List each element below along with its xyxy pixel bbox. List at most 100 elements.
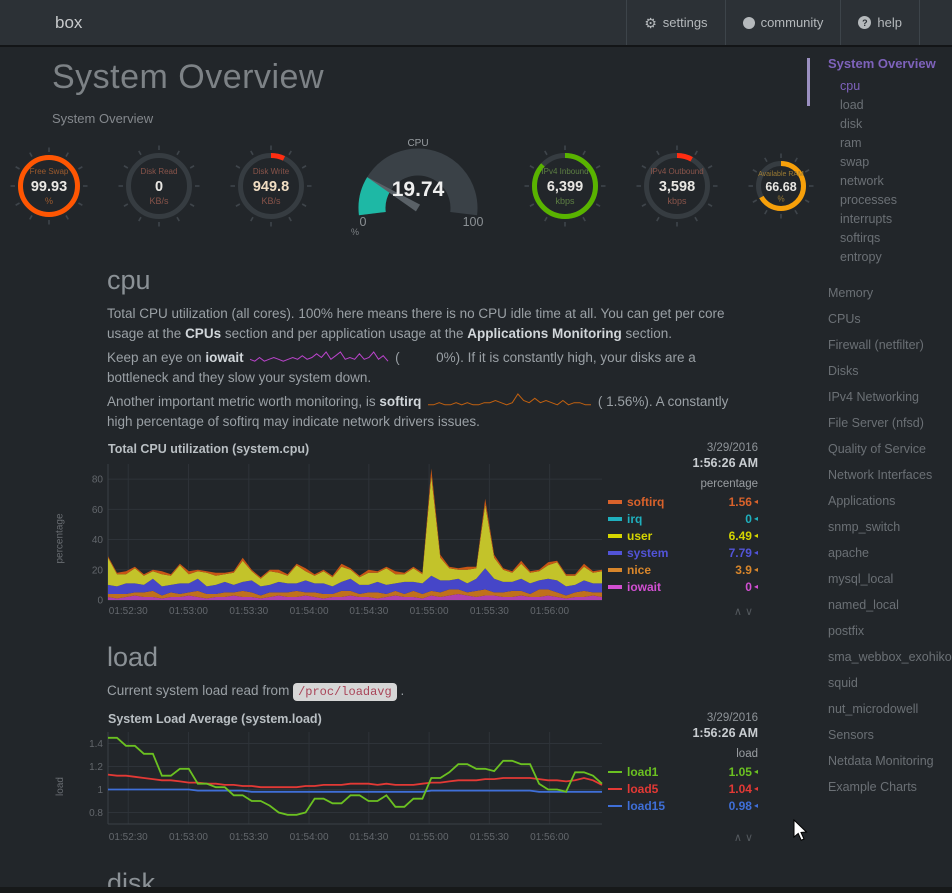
- help-label: help: [877, 15, 902, 30]
- sidebar-item-sensors[interactable]: Sensors: [802, 722, 952, 748]
- cpu-paragraph-3: Another important metric worth monitorin…: [107, 392, 755, 432]
- sidebar-item-disks[interactable]: Disks: [802, 358, 952, 384]
- sidebar-item-firewall-netfilter-[interactable]: Firewall (netfilter): [802, 332, 952, 358]
- legend-value: 6.49: [729, 529, 752, 543]
- sidebar-item-sma-webbox-exohiko[interactable]: sma_webbox_exohiko: [802, 644, 952, 670]
- cpu-chart-time: 1:56:26 AM: [608, 456, 758, 470]
- legend-item-load15[interactable]: load150.98◂: [608, 797, 758, 814]
- sidebar-item-network[interactable]: network: [802, 172, 952, 191]
- sidebar-item-memory[interactable]: Memory: [802, 280, 952, 306]
- sidebar-item-quality-of-service[interactable]: Quality of Service: [802, 436, 952, 462]
- cpu-chart-plot[interactable]: 01:52:3001:53:0001:53:3001:54:0001:54:30…: [68, 458, 608, 618]
- sidebar-item-apache[interactable]: apache: [802, 540, 952, 566]
- svg-text:100: 100: [463, 215, 484, 229]
- svg-text:Available RAM: Available RAM: [758, 171, 804, 178]
- sidebar-item-softirqs[interactable]: softirqs: [802, 229, 952, 248]
- cpu-chart: Total CPU utilization (system.cpu) perce…: [52, 442, 758, 618]
- help-button[interactable]: ? help: [840, 0, 920, 45]
- sidebar-item-snmp-switch[interactable]: snmp_switch: [802, 514, 952, 540]
- svg-text:66.68: 66.68: [765, 180, 796, 194]
- gear-icon: ⚙: [644, 16, 657, 30]
- chart-resize-icons[interactable]: ∧∨: [734, 605, 756, 618]
- svg-text:IPv4 Inbound: IPv4 Inbound: [541, 167, 588, 176]
- settings-button[interactable]: ⚙ settings: [626, 0, 724, 45]
- svg-text:99.93: 99.93: [31, 179, 67, 195]
- ipv4-inbound-gauge[interactable]: IPv4 Inbound6,399kbps: [521, 142, 609, 235]
- iowait-value: 0%: [400, 348, 456, 368]
- disk-write-gauge[interactable]: Disk Write949.8KB/s: [227, 142, 315, 235]
- legend-item-iowait[interactable]: iowait0◂: [608, 578, 758, 595]
- sidebar-item-squid[interactable]: squid: [802, 670, 952, 696]
- svg-text:01:53:00: 01:53:00: [169, 606, 208, 617]
- chart-resize-icons[interactable]: ∧∨: [734, 831, 756, 844]
- load-chart-plot[interactable]: 01:52:3001:53:0001:53:3001:54:0001:54:30…: [68, 728, 608, 844]
- legend-item-irq[interactable]: irq0◂: [608, 510, 758, 527]
- sidebar-item-postfix[interactable]: postfix: [802, 618, 952, 644]
- svg-text:kbps: kbps: [667, 196, 687, 206]
- text: section and per application usage at the: [221, 326, 467, 341]
- svg-text:01:54:30: 01:54:30: [349, 606, 388, 617]
- cpu-chart-ylabel: percentage: [52, 458, 68, 618]
- legend-item-load5[interactable]: load51.04◂: [608, 780, 758, 797]
- navbar-menu: ⚙ settings community ? help: [626, 0, 920, 45]
- sidebar-item-cpus[interactable]: CPUs: [802, 306, 952, 332]
- sidebar-item-file-server-nfsd-[interactable]: File Server (nfsd): [802, 410, 952, 436]
- softirq-label: softirq: [379, 394, 421, 409]
- sidebar-item-interrupts[interactable]: interrupts: [802, 210, 952, 229]
- legend-arrow-icon: ◂: [754, 514, 758, 523]
- sidebar-item-load[interactable]: load: [802, 96, 952, 115]
- load15-swatch: [608, 805, 622, 807]
- sidebar-item-named-local[interactable]: named_local: [802, 592, 952, 618]
- ipv4-outbound-gauge[interactable]: IPv4 Outbound3,598kbps: [633, 142, 721, 235]
- cpu-chart-unit: percentage: [608, 478, 758, 490]
- sidebar-item-ram[interactable]: ram: [802, 134, 952, 153]
- svg-text:01:53:00: 01:53:00: [169, 832, 208, 843]
- sidebar-item-entropy[interactable]: entropy: [802, 248, 952, 267]
- legend-item-user[interactable]: user6.49◂: [608, 527, 758, 544]
- cpu-gauge[interactable]: CPU19.740100%: [339, 136, 497, 241]
- disk-read-gauge[interactable]: Disk Read0KB/s: [115, 142, 203, 235]
- svg-text:01:53:30: 01:53:30: [229, 606, 268, 617]
- sidebar-item-network-interfaces[interactable]: Network Interfaces: [802, 462, 952, 488]
- svg-text:1: 1: [97, 785, 103, 796]
- sidebar-item-ipv4-networking[interactable]: IPv4 Networking: [802, 384, 952, 410]
- load-chart-legend: load11.05◂load51.04◂load150.98◂: [608, 763, 758, 814]
- legend-value: 7.79: [729, 546, 752, 560]
- legend-arrow-icon: ◂: [754, 784, 758, 793]
- legend-name: system: [627, 546, 668, 560]
- sidebar-item-disk[interactable]: disk: [802, 115, 952, 134]
- legend-arrow-icon: ◂: [754, 801, 758, 810]
- community-label: community: [761, 15, 824, 30]
- legend-name: user: [627, 529, 652, 543]
- sidebar-item-applications[interactable]: Applications: [802, 488, 952, 514]
- sidebar-item-mysql-local[interactable]: mysql_local: [802, 566, 952, 592]
- navbar-brand[interactable]: box: [55, 13, 82, 33]
- text: .: [400, 683, 404, 698]
- load-paragraph: Current system load read from /proc/load…: [107, 681, 755, 702]
- page-subtitle: System Overview: [52, 111, 758, 126]
- svg-text:949.8: 949.8: [253, 179, 289, 195]
- legend-item-softirq[interactable]: softirq1.56◂: [608, 493, 758, 510]
- legend-item-nice[interactable]: nice3.9◂: [608, 561, 758, 578]
- sidebar-item-example-charts[interactable]: Example Charts: [802, 774, 952, 800]
- sidebar-item-cpu[interactable]: cpu: [802, 77, 952, 96]
- svg-text:60: 60: [92, 505, 104, 516]
- sidebar-item-processes[interactable]: processes: [802, 191, 952, 210]
- free-swap-gauge[interactable]: Free Swap99.93%: [7, 144, 91, 233]
- softirq-sparkline: [427, 392, 592, 408]
- legend-value: 0: [745, 512, 752, 526]
- netdata-dashboard: box ⚙ settings community ? help System O…: [0, 0, 952, 893]
- sidebar-item-system-overview[interactable]: System Overview: [802, 56, 952, 71]
- cpus-link[interactable]: CPUs: [185, 326, 221, 341]
- svg-text:Free Swap: Free Swap: [30, 167, 69, 176]
- svg-text:6,399: 6,399: [547, 179, 583, 195]
- applications-monitoring-link[interactable]: Applications Monitoring: [467, 326, 622, 341]
- sidebar-item-netdata-monitoring[interactable]: Netdata Monitoring: [802, 748, 952, 774]
- sidebar-item-nut-microdowell[interactable]: nut_microdowell: [802, 696, 952, 722]
- legend-item-load1[interactable]: load11.05◂: [608, 763, 758, 780]
- sidebar-item-swap[interactable]: swap: [802, 153, 952, 172]
- community-button[interactable]: community: [725, 0, 841, 45]
- legend-item-system[interactable]: system7.79◂: [608, 544, 758, 561]
- load-chart-date: 3/29/2016: [608, 712, 758, 724]
- legend-arrow-icon: ◂: [754, 582, 758, 591]
